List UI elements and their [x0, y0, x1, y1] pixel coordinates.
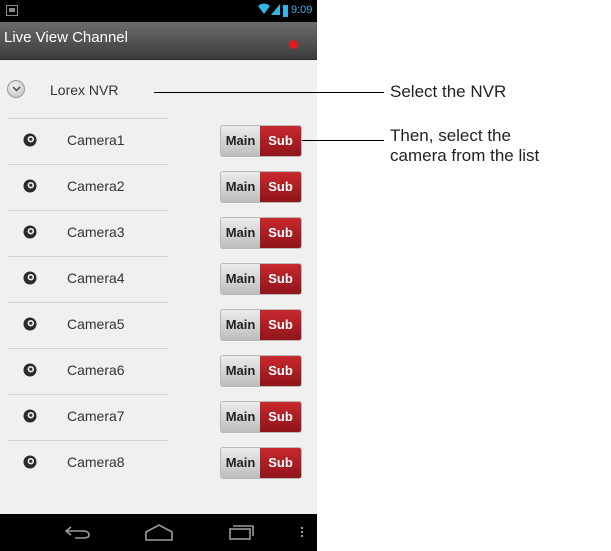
divider [8, 348, 168, 349]
main-stream-button[interactable]: Main [221, 218, 260, 248]
sub-stream-button[interactable]: Sub [260, 264, 301, 294]
camera-row[interactable]: Camera6 Main Sub [0, 348, 317, 394]
camera-row[interactable]: Camera5 Main Sub [0, 302, 317, 348]
notification-icon [6, 5, 18, 16]
callout-select-camera-line1: Then, select the [390, 126, 511, 145]
sub-stream-button[interactable]: Sub [260, 126, 301, 156]
camera-row[interactable]: Camera3 Main Sub [0, 210, 317, 256]
camera-icon [23, 317, 37, 331]
sub-stream-button[interactable]: Sub [260, 172, 301, 202]
divider [8, 256, 168, 257]
phone-screen: 9:09 Live View Channel Lorex NVR Camera1… [0, 0, 317, 551]
divider [8, 210, 168, 211]
callout-select-camera-line2: camera from the list [390, 146, 540, 165]
camera-row[interactable]: Camera4 Main Sub [0, 256, 317, 302]
camera-name: Camera6 [67, 362, 125, 378]
stream-toggle[interactable]: Main Sub [221, 448, 301, 478]
camera-name: Camera3 [67, 224, 125, 240]
home-icon[interactable] [144, 523, 174, 541]
camera-name: Camera8 [67, 454, 125, 470]
camera-name: Camera4 [67, 270, 125, 286]
camera-name: Camera5 [67, 316, 125, 332]
camera-name: Camera7 [67, 408, 125, 424]
camera-row[interactable]: Camera8 Main Sub [0, 440, 317, 486]
signal-icon [271, 4, 280, 15]
chevron-down-icon[interactable] [7, 80, 25, 98]
back-icon[interactable] [63, 524, 93, 540]
main-stream-button[interactable]: Main [221, 126, 260, 156]
camera-row[interactable]: Camera2 Main Sub [0, 164, 317, 210]
camera-icon [23, 225, 37, 239]
callout-line [302, 140, 384, 141]
divider [8, 118, 168, 119]
stream-toggle[interactable]: Main Sub [221, 310, 301, 340]
sub-stream-button[interactable]: Sub [260, 356, 301, 386]
sub-stream-button[interactable]: Sub [260, 310, 301, 340]
camera-row[interactable]: Camera1 Main Sub [0, 118, 317, 164]
nav-bar [0, 514, 317, 551]
main-stream-button[interactable]: Main [221, 264, 260, 294]
record-indicator-icon [289, 40, 298, 49]
clock: 9:09 [291, 4, 313, 16]
wifi-icon [258, 3, 270, 14]
main-stream-button[interactable]: Main [221, 172, 260, 202]
divider [8, 302, 168, 303]
divider [8, 394, 168, 395]
status-bar: 9:09 [0, 0, 317, 22]
camera-name: Camera1 [67, 132, 125, 148]
stream-toggle[interactable]: Main Sub [221, 264, 301, 294]
camera-icon [23, 271, 37, 285]
main-stream-button[interactable]: Main [221, 356, 260, 386]
sub-stream-button[interactable]: Sub [260, 402, 301, 432]
sub-stream-button[interactable]: Sub [260, 218, 301, 248]
stream-toggle[interactable]: Main Sub [221, 172, 301, 202]
callout-select-nvr: Select the NVR [390, 82, 507, 101]
camera-row[interactable]: Camera7 Main Sub [0, 394, 317, 440]
stream-toggle[interactable]: Main Sub [221, 218, 301, 248]
stream-toggle[interactable]: Main Sub [221, 402, 301, 432]
camera-icon [23, 455, 37, 469]
recent-apps-icon[interactable] [228, 523, 256, 541]
camera-icon [23, 133, 37, 147]
battery-icon [283, 5, 288, 17]
callout-line [154, 92, 384, 93]
menu-icon[interactable] [300, 526, 304, 538]
main-stream-button[interactable]: Main [221, 310, 260, 340]
stream-toggle[interactable]: Main Sub [221, 356, 301, 386]
main-stream-button[interactable]: Main [221, 402, 260, 432]
title-bar: Live View Channel [0, 22, 317, 60]
main-stream-button[interactable]: Main [221, 448, 260, 478]
camera-icon [23, 409, 37, 423]
camera-icon [23, 363, 37, 377]
camera-icon [23, 179, 37, 193]
nvr-label: Lorex NVR [50, 82, 119, 98]
stream-toggle[interactable]: Main Sub [221, 126, 301, 156]
divider [8, 164, 168, 165]
divider [8, 440, 168, 441]
page-title: Live View Channel [4, 29, 128, 46]
sub-stream-button[interactable]: Sub [260, 448, 301, 478]
camera-name: Camera2 [67, 178, 125, 194]
